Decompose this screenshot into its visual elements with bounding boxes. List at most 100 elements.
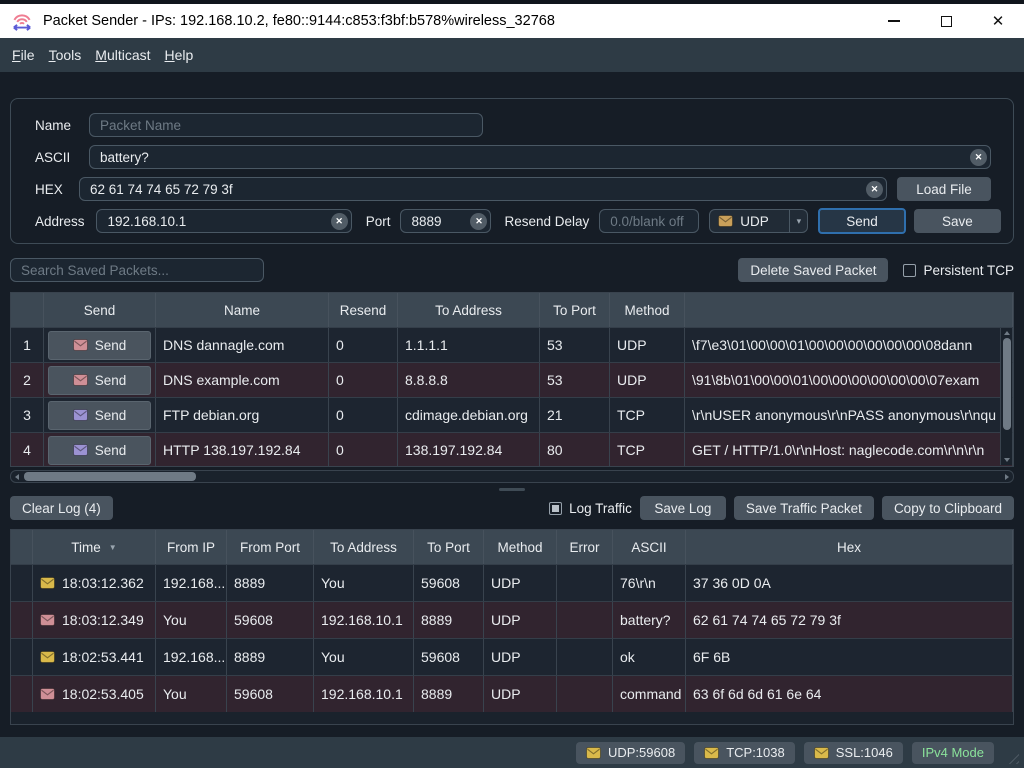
row-send-button[interactable]: Send — [48, 331, 151, 360]
scroll-down-icon[interactable] — [1004, 458, 1010, 462]
col-method[interactable]: Method — [610, 293, 685, 327]
protocol-select[interactable]: UDP ▾ — [709, 209, 808, 233]
minimize-button[interactable] — [868, 4, 920, 38]
col-to-address[interactable]: To Address — [398, 293, 540, 327]
saved-packet-row[interactable]: 1 Send DNS dannagle.com 0 1.1.1.1 53 UDP… — [11, 327, 1013, 362]
search-saved-packets-input[interactable] — [10, 258, 264, 282]
splitter-grip-icon — [499, 488, 525, 491]
col-from-ip[interactable]: From IP — [156, 530, 227, 564]
col-error[interactable]: Error — [557, 530, 613, 564]
resend-delay-input[interactable] — [599, 209, 699, 233]
row-send-button[interactable]: Send — [48, 366, 151, 395]
splitter-handle[interactable] — [0, 483, 1024, 495]
corner-header — [11, 293, 44, 327]
window-title: Packet Sender - IPs: 192.168.10.2, fe80:… — [43, 13, 868, 29]
corner-header — [11, 530, 33, 564]
persistent-tcp-label: Persistent TCP — [923, 263, 1014, 278]
resend-delay-label: Resend Delay — [504, 214, 589, 229]
scrollbar-thumb[interactable] — [24, 472, 196, 481]
udp-packet-icon — [73, 374, 88, 386]
minimize-icon — [888, 20, 900, 22]
save-log-button[interactable]: Save Log — [640, 496, 726, 520]
ssl-port-button[interactable]: SSL:1046 — [804, 742, 903, 764]
traffic-log-row[interactable]: 18:02:53.405 You 59608 192.168.10.1 8889… — [11, 675, 1013, 712]
ascii-label: ASCII — [35, 150, 79, 165]
save-button[interactable]: Save — [914, 209, 1001, 233]
resize-grip[interactable] — [1004, 749, 1019, 764]
menu-file[interactable]: File — [5, 42, 42, 68]
col-ascii[interactable] — [685, 293, 1013, 327]
horizontal-scrollbar[interactable] — [10, 470, 1014, 483]
scroll-up-icon[interactable] — [1004, 331, 1010, 335]
address-input[interactable] — [96, 209, 351, 233]
col-time[interactable]: Time▼ — [33, 530, 156, 564]
hex-input[interactable] — [79, 177, 887, 201]
col-resend[interactable]: Resend — [329, 293, 398, 327]
col-to-address[interactable]: To Address — [314, 530, 414, 564]
tcp-packet-icon — [704, 747, 719, 759]
saved-packet-row[interactable]: 3 Send FTP debian.org 0 cdimage.debian.o… — [11, 397, 1013, 432]
menu-tools[interactable]: Tools — [42, 42, 89, 68]
close-button[interactable]: ✕ — [972, 4, 1024, 38]
col-hex[interactable]: Hex — [686, 530, 1013, 564]
close-icon: ✕ — [992, 14, 1005, 29]
hex-label: HEX — [35, 182, 69, 197]
row-send-button[interactable]: Send — [48, 401, 151, 430]
persistent-tcp-checkbox[interactable]: Persistent TCP — [903, 263, 1014, 278]
col-send[interactable]: Send — [44, 293, 156, 327]
col-to-port[interactable]: To Port — [414, 530, 484, 564]
clear-icon: ✕ — [475, 216, 483, 227]
send-button[interactable]: Send — [818, 208, 905, 234]
udp-port-button[interactable]: UDP:59608 — [576, 742, 685, 764]
col-method[interactable]: Method — [484, 530, 557, 564]
name-label: Name — [35, 118, 79, 133]
address-label: Address — [35, 214, 86, 229]
port-clear-button[interactable]: ✕ — [470, 213, 487, 230]
ascii-input[interactable] — [89, 145, 991, 169]
maximize-button[interactable] — [920, 4, 972, 38]
scroll-left-icon[interactable] — [15, 474, 19, 480]
packet-name-input[interactable] — [89, 113, 483, 137]
ipv4-mode-button[interactable]: IPv4 Mode — [912, 742, 994, 764]
scroll-right-icon[interactable] — [1005, 474, 1009, 480]
traffic-log-row[interactable]: 18:03:12.362 192.168.... 8889 You 59608 … — [11, 564, 1013, 601]
log-traffic-checkbox[interactable]: Log Traffic — [549, 501, 632, 516]
col-to-port[interactable]: To Port — [540, 293, 610, 327]
hex-clear-button[interactable]: ✕ — [866, 181, 883, 198]
saved-packets-toolbar: Delete Saved Packet Persistent TCP — [10, 258, 1014, 282]
copy-to-clipboard-button[interactable]: Copy to Clipboard — [882, 496, 1014, 520]
status-bar: UDP:59608 TCP:1038 SSL:1046 IPv4 Mode — [0, 737, 1024, 768]
clear-log-button[interactable]: Clear Log (4) — [10, 496, 113, 520]
saved-packet-row[interactable]: 4 Send HTTP 138.197.192.84 0 138.197.192… — [11, 432, 1013, 467]
col-name[interactable]: Name — [156, 293, 329, 327]
address-clear-button[interactable]: ✕ — [331, 213, 348, 230]
log-traffic-label: Log Traffic — [569, 501, 632, 516]
sort-descending-icon: ▼ — [109, 543, 117, 552]
col-from-port[interactable]: From Port — [227, 530, 314, 564]
send-packet-icon — [40, 688, 55, 700]
col-ascii[interactable]: ASCII — [613, 530, 686, 564]
menu-multicast[interactable]: Multicast — [88, 42, 157, 68]
saved-packet-row[interactable]: 2 Send DNS example.com 0 8.8.8.8 53 UDP … — [11, 362, 1013, 397]
ascii-clear-button[interactable]: ✕ — [970, 149, 987, 166]
clear-icon: ✕ — [871, 184, 879, 195]
ssl-packet-icon — [814, 747, 829, 759]
tcp-port-button[interactable]: TCP:1038 — [694, 742, 795, 764]
row-send-button[interactable]: Send — [48, 436, 151, 465]
delete-saved-packet-button[interactable]: Delete Saved Packet — [738, 258, 888, 282]
scrollbar-thumb[interactable] — [1003, 338, 1011, 430]
traffic-log-table: Time▼ From IP From Port To Address To Po… — [10, 529, 1014, 725]
traffic-log-row[interactable]: 18:03:12.349 You 59608 192.168.10.1 8889… — [11, 601, 1013, 638]
traffic-log-row[interactable]: 18:02:53.441 192.168.... 8889 You 59608 … — [11, 638, 1013, 675]
receive-packet-icon — [40, 577, 55, 589]
main-content: Name ASCII ✕ HEX ✕ Load File Address ✕ P — [0, 72, 1024, 737]
chevron-down-icon: ▾ — [789, 210, 807, 232]
menu-bar: File Tools Multicast Help — [0, 38, 1024, 72]
load-file-button[interactable]: Load File — [897, 177, 991, 201]
vertical-scrollbar[interactable] — [1000, 328, 1012, 465]
save-traffic-packet-button[interactable]: Save Traffic Packet — [734, 496, 874, 520]
maximize-icon — [941, 16, 952, 27]
saved-packets-header: Send Name Resend To Address To Port Meth… — [11, 293, 1013, 327]
packet-form-panel: Name ASCII ✕ HEX ✕ Load File Address ✕ P — [10, 98, 1014, 244]
menu-help[interactable]: Help — [158, 42, 201, 68]
